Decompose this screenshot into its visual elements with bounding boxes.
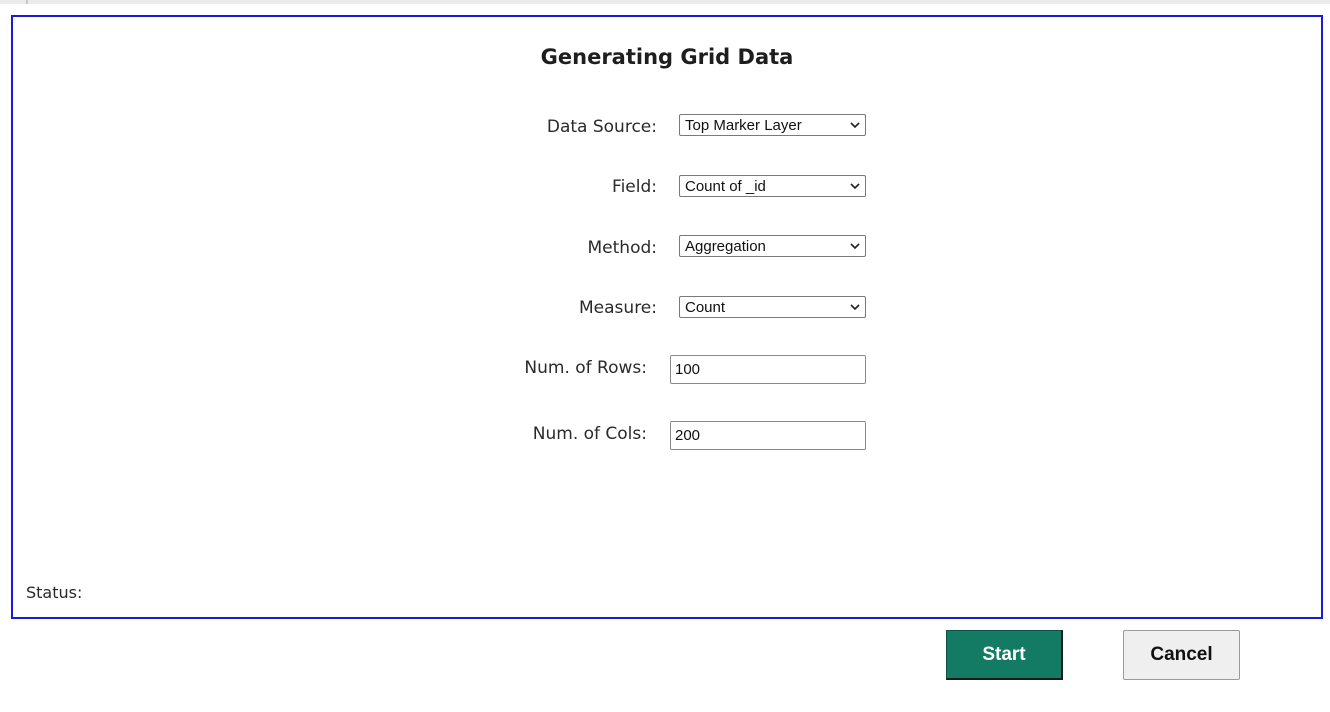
chevron-down-icon — [850, 304, 860, 311]
num-cols-label: Num. of Cols: — [532, 424, 647, 444]
cancel-button[interactable]: Cancel — [1123, 630, 1240, 680]
data-source-value: Top Marker Layer — [685, 117, 802, 134]
field-label: Field: — [612, 177, 657, 197]
method-select[interactable]: Aggregation — [679, 235, 866, 257]
measure-label: Measure: — [579, 298, 657, 318]
grid-data-dialog-panel: Generating Grid Data Data Source: Top Ma… — [11, 15, 1323, 619]
status-label: Status: — [26, 583, 83, 602]
top-strip-mark — [26, 0, 28, 4]
dialog-title: Generating Grid Data — [540, 45, 794, 69]
chevron-down-icon — [850, 243, 860, 250]
num-rows-input[interactable] — [670, 355, 866, 384]
data-source-select[interactable]: Top Marker Layer — [679, 114, 866, 136]
start-button[interactable]: Start — [946, 630, 1063, 680]
method-label: Method: — [587, 238, 658, 258]
measure-select[interactable]: Count — [679, 296, 866, 318]
top-strip — [0, 0, 1330, 4]
num-rows-label: Num. of Rows: — [524, 358, 647, 378]
data-source-label: Data Source: — [546, 117, 657, 137]
num-cols-input[interactable] — [670, 421, 866, 450]
chevron-down-icon — [850, 122, 860, 129]
field-value: Count of _id — [685, 178, 766, 195]
chevron-down-icon — [850, 183, 860, 190]
field-select[interactable]: Count of _id — [679, 175, 866, 197]
measure-value: Count — [685, 299, 726, 316]
method-value: Aggregation — [685, 238, 766, 255]
